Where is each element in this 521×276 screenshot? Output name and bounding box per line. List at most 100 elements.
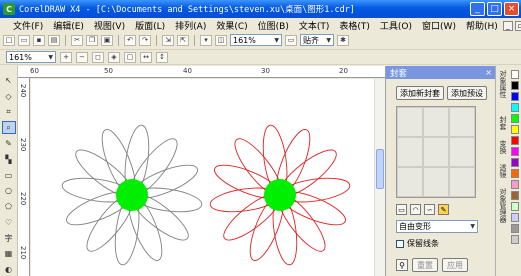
palette-swatch-black[interactable] (511, 81, 519, 90)
freehand-tool-icon[interactable]: ✎ (2, 137, 16, 150)
tab-lens[interactable]: 透镜 (499, 164, 508, 178)
menu-tools[interactable]: 工具(O) (375, 19, 417, 32)
palette-swatch-light-green[interactable] (511, 202, 519, 211)
palette-swatch-purple[interactable] (511, 158, 519, 167)
tab-envelope[interactable]: 封套 (499, 116, 508, 130)
smart-fill-tool-icon[interactable]: ▚ (2, 153, 16, 166)
mapping-mode-dropdown[interactable]: 自由变形 ▼ (396, 220, 478, 233)
menu-bitmaps[interactable]: 位图(B) (253, 19, 294, 32)
tab-object-manager[interactable]: 对象管理器 (499, 188, 508, 223)
drawing-canvas[interactable] (31, 79, 374, 276)
palette-swatch-cyan[interactable] (511, 103, 519, 112)
save-icon[interactable]: ▪ (33, 34, 45, 46)
zoom-in-icon[interactable]: + (60, 51, 72, 63)
ruler-tick-label: 50 (104, 67, 113, 75)
export-icon[interactable]: ⇱ (177, 34, 189, 46)
palette-swatch-magenta[interactable] (511, 147, 519, 156)
welcome-screen-icon[interactable]: ◫ (215, 34, 227, 46)
coreldraw-logo-icon: C (3, 3, 15, 15)
palette-swatch-green[interactable] (511, 114, 519, 123)
zoom-page-icon[interactable]: ▢ (124, 51, 136, 63)
preview-cell (397, 137, 423, 167)
polygon-tool-icon[interactable]: ⬠ (2, 200, 16, 213)
vertical-scrollbar[interactable] (374, 79, 385, 276)
print-icon[interactable]: ▤ (48, 34, 60, 46)
crop-tool-icon[interactable]: ⌗ (2, 106, 16, 119)
table-tool-icon[interactable]: ▦ (2, 247, 16, 260)
docker-close-icon[interactable]: × (485, 68, 495, 77)
tab-object-properties[interactable]: 对象属性 (499, 70, 508, 98)
palette-swatch-yellow[interactable] (511, 125, 519, 134)
zoom-levels-combo[interactable]: 161% ▼ (230, 34, 282, 46)
palette-swatch-blue[interactable] (511, 92, 519, 101)
zoom-all-objects-icon[interactable]: ◈ (108, 51, 120, 63)
palette-swatch-red[interactable] (511, 136, 519, 145)
apply-button[interactable]: 应用 (442, 258, 468, 272)
double-arc-mode-icon[interactable]: ∽ (424, 204, 435, 215)
chevron-down-icon: ▼ (48, 53, 53, 61)
new-document-icon[interactable]: □ (3, 34, 15, 46)
zoom-tool-icon[interactable]: ⌕ (1, 121, 16, 135)
unconstrained-mode-icon[interactable]: ✎ (438, 204, 449, 215)
interactive-blend-tool-icon[interactable]: ◐ (2, 263, 16, 276)
snap-to-dropdown[interactable]: 贴齐 ▼ (300, 34, 334, 46)
pick-tool-icon[interactable]: ↖ (2, 74, 16, 87)
menu-layout[interactable]: 版面(L) (130, 19, 170, 32)
menu-table[interactable]: 表格(T) (334, 19, 375, 32)
text-tool-icon[interactable]: 字 (2, 232, 16, 245)
minimize-button[interactable]: _ (470, 2, 485, 16)
ruler-tick-label: 210 (19, 246, 27, 260)
full-screen-preview-icon[interactable]: ▭ (285, 34, 297, 46)
menu-window[interactable]: 窗口(W) (417, 19, 461, 32)
import-icon[interactable]: ⇲ (162, 34, 174, 46)
ruler-tick-label: 220 (19, 192, 27, 206)
maximize-button[interactable]: □ (487, 2, 502, 16)
palette-swatch-pink[interactable] (511, 180, 519, 189)
paste-icon[interactable]: ▣ (101, 34, 113, 46)
rectangle-tool-icon[interactable]: ▭ (2, 169, 16, 182)
ellipse-tool-icon[interactable]: ○ (2, 184, 16, 197)
menu-help[interactable]: 帮助(H) (461, 19, 503, 32)
menu-edit[interactable]: 编辑(E) (48, 19, 89, 32)
shape-tool-icon[interactable]: ◇ (2, 90, 16, 103)
zoom-selected-icon[interactable]: ◻ (92, 51, 104, 63)
close-button[interactable]: × (504, 2, 519, 16)
zoom-combo[interactable]: 161% ▼ (6, 51, 56, 63)
options-gear-icon[interactable]: ✱ (337, 34, 349, 46)
straight-line-mode-icon[interactable]: ▭ (396, 204, 407, 215)
palette-swatch-light-gray[interactable] (511, 235, 519, 244)
red-flower-center[interactable] (264, 179, 296, 211)
menu-effects[interactable]: 效果(C) (211, 19, 252, 32)
menu-text[interactable]: 文本(T) (294, 19, 335, 32)
tab-transform[interactable]: 变换 (499, 140, 508, 154)
eyedropper-icon[interactable]: ⚲ (396, 259, 408, 271)
zoom-width-icon[interactable]: ↔ (140, 51, 152, 63)
envelope-preset-preview[interactable] (396, 106, 476, 198)
menu-view[interactable]: 视图(V) (89, 19, 130, 32)
copy-icon[interactable]: ❐ (86, 34, 98, 46)
doc-restore-button[interactable]: ▫ (514, 20, 521, 31)
zoom-height-icon[interactable]: ↕ (156, 51, 168, 63)
add-new-envelope-button[interactable]: 添加新封套 (396, 86, 444, 100)
palette-swatch-orange[interactable] (511, 169, 519, 178)
palette-swatch-brown[interactable] (511, 191, 519, 200)
menu-file[interactable]: 文件(F) (8, 19, 48, 32)
doc-minimize-button[interactable]: _ (502, 20, 513, 31)
keep-lines-checkbox[interactable] (396, 239, 404, 248)
scrollbar-thumb[interactable] (376, 149, 384, 189)
application-launcher-icon[interactable]: ▾ (200, 34, 212, 46)
palette-swatch-lavender[interactable] (511, 213, 519, 222)
palette-swatch-gray[interactable] (511, 224, 519, 233)
single-arc-mode-icon[interactable]: ◠ (410, 204, 421, 215)
redo-icon[interactable]: ↷ (139, 34, 151, 46)
gray-flower-center[interactable] (116, 179, 148, 211)
cut-icon[interactable]: ✂ (71, 34, 83, 46)
zoom-out-icon[interactable]: − (76, 51, 88, 63)
add-preset-button[interactable]: 添加预设 (447, 86, 487, 100)
basic-shapes-tool-icon[interactable]: ♡ (2, 216, 16, 229)
open-folder-icon[interactable]: ▭ (18, 34, 30, 46)
undo-icon[interactable]: ↶ (124, 34, 136, 46)
menu-arrange[interactable]: 排列(A) (170, 19, 211, 32)
palette-swatch-white[interactable] (511, 70, 519, 79)
reset-button[interactable]: 重置 (412, 258, 438, 272)
